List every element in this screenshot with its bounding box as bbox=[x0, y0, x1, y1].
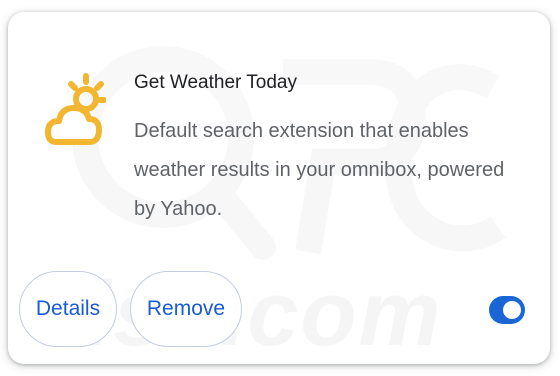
toggle-knob bbox=[503, 301, 521, 319]
screenshot-frame: risk.com Get Weather Today Default searc… bbox=[0, 0, 560, 376]
extension-description: Default search extension that enables we… bbox=[134, 120, 505, 220]
extension-card: risk.com Get Weather Today Default searc… bbox=[8, 12, 550, 364]
enable-toggle[interactable] bbox=[489, 296, 525, 324]
details-button[interactable]: Details bbox=[19, 271, 117, 347]
remove-button[interactable]: Remove bbox=[130, 271, 242, 347]
sun-behind-cloud-icon bbox=[45, 73, 106, 145]
extension-title: Get Weather Today bbox=[134, 72, 298, 93]
